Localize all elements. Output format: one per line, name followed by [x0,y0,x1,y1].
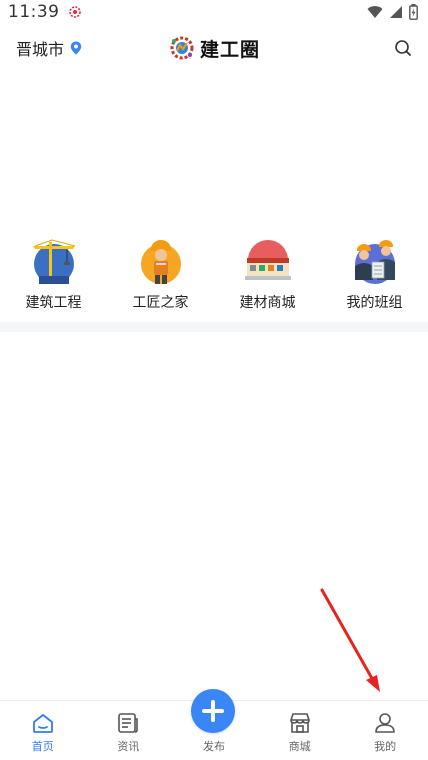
team-workers-icon [354,240,395,284]
category-my-team[interactable]: 我的班组 [321,236,428,316]
city-selector[interactable]: 晋城市 [16,36,82,60]
status-icons [367,4,418,20]
search-button[interactable] [392,37,414,59]
tab-label: 我的 [374,740,397,753]
news-icon [118,713,139,733]
app-logo: 建工圈 [168,35,260,62]
building-materials-store-icon [244,240,291,280]
notification-gear-icon [68,6,81,18]
home-icon [32,714,53,733]
category-label: 工匠之家 [132,295,189,311]
tab-label: 商城 [288,740,311,753]
signal-icon [390,6,402,18]
category-label: 建材商城 [239,295,296,311]
category-materials-mall[interactable]: 建材商城 [214,236,321,316]
tower-crane-icon [32,239,75,284]
category-craftsman-home[interactable]: 工匠之家 [107,236,214,316]
status-bar: 11:39 [0,0,428,24]
user-icon [375,713,395,733]
location-pin-icon [70,41,82,55]
category-construction[interactable]: 建筑工程 [0,236,107,316]
tab-label: 首页 [31,740,54,753]
tab-home[interactable]: 首页 [0,701,86,760]
category-label: 我的班组 [346,295,403,311]
category-grid: 建筑工程 工匠之家 建材商城 我的班组 [0,236,428,316]
tab-mall[interactable]: 商城 [257,701,343,760]
tab-label: 资讯 [117,740,140,753]
app-header: 晋城市 建工圈 [0,30,428,66]
construction-worker-icon [140,240,181,284]
logo-gear-icon [170,36,194,60]
search-icon [395,40,411,56]
battery-icon [409,4,418,20]
annotation-arrow [320,588,380,692]
app-title: 建工圈 [199,38,261,61]
city-name: 晋城市 [16,40,65,59]
category-label: 建筑工程 [25,295,82,311]
section-divider [0,322,428,332]
tab-news[interactable]: 资讯 [86,701,172,760]
status-time: 11:39 [8,2,60,22]
tab-mine[interactable]: 我的 [342,701,428,760]
publish-button[interactable] [191,689,235,733]
plus-icon [202,700,224,722]
tab-label: 发布 [202,740,225,753]
wifi-icon [367,6,383,19]
store-icon [289,713,310,733]
